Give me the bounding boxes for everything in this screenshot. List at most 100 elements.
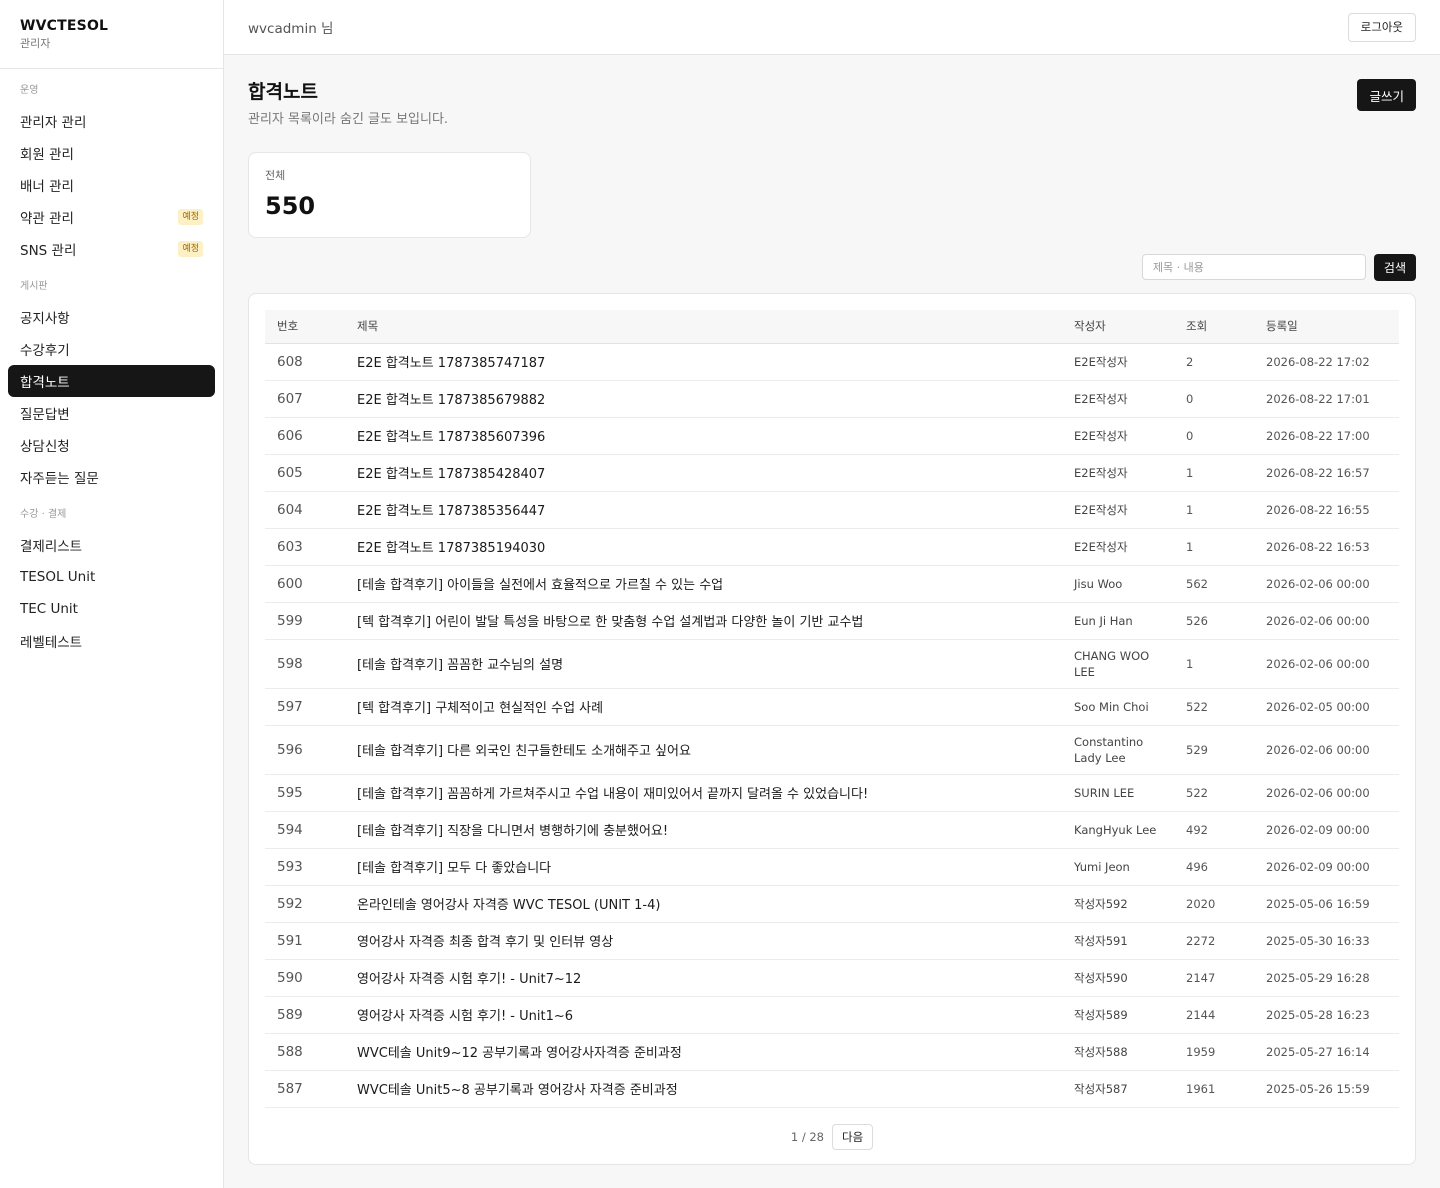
post-title-link[interactable]: E2E 합격노트 1787385356447	[345, 491, 1062, 529]
write-button[interactable]: 글쓰기	[1357, 79, 1416, 111]
table-row[interactable]: 599 [텍 합격후기] 어린이 발달 특성을 바탕으로 한 맞춤형 수업 설계법…	[265, 602, 1399, 640]
table-row[interactable]: 600 [테솔 합격후기] 아이들을 실전에서 효율적으로 가르칠 수 있는 수업…	[265, 565, 1399, 603]
table-row[interactable]: 606 E2E 합격노트 1787385607396 E2E작성자 0 2026-08-…	[265, 417, 1399, 455]
post-title-link[interactable]: [텍 합격후기] 어린이 발달 특성을 바탕으로 한 맞춤형 수업 설계법과 다…	[345, 602, 1062, 640]
post-number: 600	[265, 565, 345, 603]
table-row[interactable]: 598 [테솔 합격후기] 꼼꼼한 교수님의 설명 CHANG WOO LEE 1 20…	[265, 639, 1399, 689]
post-date: 2026-02-06 00:00	[1254, 565, 1399, 603]
nav-section-label: 게시판	[20, 281, 48, 292]
post-views: 1	[1174, 454, 1254, 492]
post-date: 2026-02-05 00:00	[1254, 688, 1399, 726]
post-author: Constantino Lady Lee	[1062, 725, 1174, 775]
post-title-link[interactable]: 영어강사 자격증 시험 후기! - Unit7~12	[345, 959, 1062, 997]
post-title-link[interactable]: [테솔 합격후기] 꼼꼼하게 가르쳐주시고 수업 내용이 재미있어서 끝까지 달…	[345, 774, 1062, 812]
sidebar-item[interactable]: 회원 관리	[8, 137, 215, 169]
sidebar-item[interactable]: 약관 관리 예정	[8, 201, 215, 233]
table-row[interactable]: 605 E2E 합격노트 1787385428407 E2E작성자 1 2026-08-…	[265, 454, 1399, 492]
table-row[interactable]: 592 온라인테솔 영어강사 자격증 WVC TESOL (UNIT 1-4) 작성…	[265, 885, 1399, 923]
sidebar-item[interactable]: 공지사항	[8, 301, 215, 333]
post-title-link[interactable]: 영어강사 자격증 최종 합격 후기 및 인터뷰 영상	[345, 922, 1062, 960]
post-title-link[interactable]: WVC테솔 Unit9~12 공부기록과 영어강사자격증 준비과정	[345, 1033, 1062, 1071]
sidebar-nav: 운영 관리자 관리 회원 관리 배너 관리 약관 관리 예정 SNS 관리 예정 게시판 공지사항…	[0, 69, 223, 657]
post-author: SURIN LEE	[1062, 774, 1174, 812]
post-number: 594	[265, 811, 345, 849]
sidebar-item[interactable]: 합격노트	[8, 365, 215, 397]
post-date: 2026-02-06 00:00	[1254, 774, 1399, 812]
page-header: 합격노트 관리자 목록이라 숨긴 글도 보입니다. 글쓰기	[248, 79, 1416, 129]
table-row[interactable]: 593 [테솔 합격후기] 모두 다 좋았습니다 Yumi Jeon 496 2026-…	[265, 848, 1399, 886]
post-author: 작성자588	[1062, 1033, 1174, 1071]
post-views: 562	[1174, 565, 1254, 603]
sidebar-item[interactable]: 수강후기	[8, 333, 215, 365]
table-row[interactable]: 590 영어강사 자격증 시험 후기! - Unit7~12 작성자590 2147 2…	[265, 959, 1399, 997]
post-author: E2E작성자	[1062, 528, 1174, 566]
table-row[interactable]: 589 영어강사 자격증 시험 후기! - Unit1~6 작성자589 2144 20…	[265, 996, 1399, 1034]
table-row[interactable]: 597 [텍 합격후기] 구체적이고 현실적인 수업 사례 Soo Min Choi…	[265, 688, 1399, 726]
post-number: 595	[265, 774, 345, 812]
table-row[interactable]: 603 E2E 합격노트 1787385194030 E2E작성자 1 2026-08-…	[265, 528, 1399, 566]
post-title-link[interactable]: [테솔 합격후기] 다른 외국인 친구들한테도 소개해주고 싶어요	[345, 725, 1062, 775]
post-views: 522	[1174, 688, 1254, 726]
post-title-link[interactable]: E2E 합격노트 1787385607396	[345, 417, 1062, 455]
sidebar-item[interactable]: TESOL Unit	[8, 561, 215, 593]
sidebar: WVCTESOL 관리자 운영 관리자 관리 회원 관리 배너 관리 약관 관리 예정 SN…	[0, 0, 224, 1188]
post-number: 592	[265, 885, 345, 923]
post-title-link[interactable]: [테솔 합격후기] 직장을 다니면서 병행하기에 충분했어요!	[345, 811, 1062, 849]
post-title-link[interactable]: 영어강사 자격증 시험 후기! - Unit1~6	[345, 996, 1062, 1034]
post-title-link[interactable]: 온라인테솔 영어강사 자격증 WVC TESOL (UNIT 1-4)	[345, 885, 1062, 923]
sidebar-item[interactable]: TEC Unit	[8, 593, 215, 625]
current-user: wvcadmin 님	[248, 21, 334, 37]
content: 합격노트 관리자 목록이라 숨긴 글도 보입니다. 글쓰기 전체 550 검색	[224, 55, 1440, 1165]
sidebar-item[interactable]: 결제리스트	[8, 529, 215, 561]
sidebar-item[interactable]: 자주듣는 질문	[8, 461, 215, 493]
post-title-link[interactable]: [테솔 합격후기] 아이들을 실전에서 효율적으로 가르칠 수 있는 수업	[345, 565, 1062, 603]
post-title-link[interactable]: E2E 합격노트 1787385679882	[345, 380, 1062, 418]
sidebar-item[interactable]: 관리자 관리	[8, 105, 215, 137]
post-date: 2026-02-06 00:00	[1254, 602, 1399, 640]
next-page-button[interactable]: 다음	[831, 1123, 874, 1150]
post-author: 작성자591	[1062, 922, 1174, 960]
table-row[interactable]: 588 WVC테솔 Unit9~12 공부기록과 영어강사자격증 준비과정 작성자5…	[265, 1033, 1399, 1071]
table-row[interactable]: 596 [테솔 합격후기] 다른 외국인 친구들한테도 소개해주고 싶어요 Cons…	[265, 725, 1399, 775]
post-title-link[interactable]: [테솔 합격후기] 모두 다 좋았습니다	[345, 848, 1062, 886]
post-views: 526	[1174, 602, 1254, 640]
post-title-link[interactable]: [텍 합격후기] 구체적이고 현실적인 수업 사례	[345, 688, 1062, 726]
post-title-link[interactable]: E2E 합격노트 1787385428407	[345, 454, 1062, 492]
column-header-author: 작성자	[1062, 310, 1174, 344]
post-number: 593	[265, 848, 345, 886]
post-number: 587	[265, 1070, 345, 1108]
post-date: 2025-05-30 16:33	[1254, 922, 1399, 960]
table-header: 번호 제목 작성자 조회 등록일	[265, 310, 1399, 344]
search-input[interactable]	[1141, 254, 1366, 280]
sidebar-item[interactable]: SNS 관리 예정	[8, 233, 215, 265]
sidebar-item-label: 관리자 관리	[20, 115, 87, 131]
app-root: WVCTESOL 관리자 운영 관리자 관리 회원 관리 배너 관리 약관 관리 예정 SN…	[0, 0, 1440, 1188]
table-row[interactable]: 587 WVC테솔 Unit5~8 공부기록과 영어강사 자격증 준비과정 작성자5…	[265, 1070, 1399, 1108]
sidebar-item-label: 레벨테스트	[20, 635, 83, 651]
table-row[interactable]: 591 영어강사 자격증 최종 합격 후기 및 인터뷰 영상 작성자591 2272 2…	[265, 922, 1399, 960]
post-author: CHANG WOO LEE	[1062, 639, 1174, 689]
post-title-link[interactable]: E2E 합격노트 1787385747187	[345, 343, 1062, 381]
table-row[interactable]: 604 E2E 합격노트 1787385356447 E2E작성자 1 2026-08-…	[265, 491, 1399, 529]
posts-table-card: 번호 제목 작성자 조회 등록일 608 E2E 합격노트 17873857471…	[248, 293, 1416, 1165]
sidebar-item[interactable]: 배너 관리	[8, 169, 215, 201]
sidebar-item-label: 공지사항	[20, 311, 70, 327]
table-row[interactable]: 594 [테솔 합격후기] 직장을 다니면서 병행하기에 충분했어요! KangHy…	[265, 811, 1399, 849]
post-number: 598	[265, 639, 345, 689]
sidebar-item[interactable]: 상담신청	[8, 429, 215, 461]
post-author: E2E작성자	[1062, 454, 1174, 492]
logout-button[interactable]: 로그아웃	[1347, 12, 1416, 42]
post-title-link[interactable]: WVC테솔 Unit5~8 공부기록과 영어강사 자격증 준비과정	[345, 1070, 1062, 1108]
table-row[interactable]: 595 [테솔 합격후기] 꼼꼼하게 가르쳐주시고 수업 내용이 재미있어서 끝까…	[265, 774, 1399, 812]
column-header-title: 제목	[345, 310, 1062, 344]
post-title-link[interactable]: [테솔 합격후기] 꼼꼼한 교수님의 설명	[345, 639, 1062, 689]
sidebar-item[interactable]: 질문답변	[8, 397, 215, 429]
sidebar-item-label: 자주듣는 질문	[20, 471, 99, 487]
table-row[interactable]: 607 E2E 합격노트 1787385679882 E2E작성자 0 2026-08-…	[265, 380, 1399, 418]
table-row[interactable]: 608 E2E 합격노트 1787385747187 E2E작성자 2 2026-08-…	[265, 343, 1399, 381]
sidebar-item[interactable]: 레벨테스트	[8, 625, 215, 657]
post-number: 596	[265, 725, 345, 775]
post-title-link[interactable]: E2E 합격노트 1787385194030	[345, 528, 1062, 566]
search-button[interactable]: 검색	[1373, 254, 1416, 281]
status-badge: 예정	[178, 209, 203, 225]
